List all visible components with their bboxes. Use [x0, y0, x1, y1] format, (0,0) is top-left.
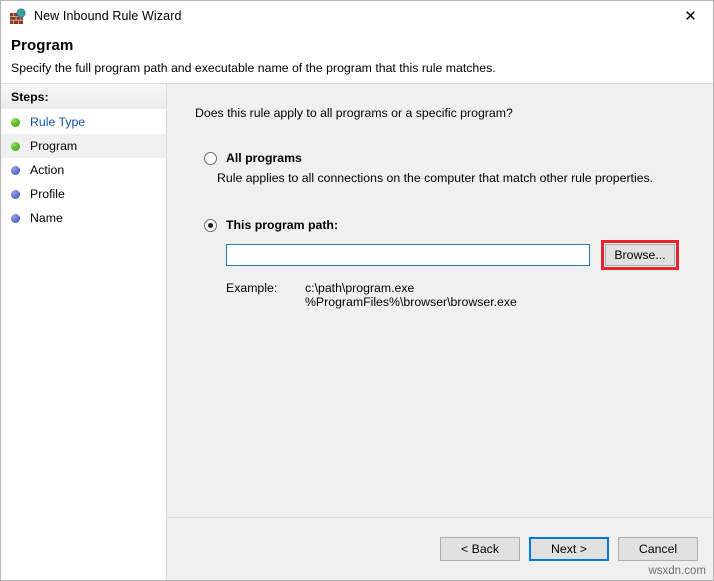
- next-button[interactable]: Next >: [529, 537, 609, 561]
- question-text: Does this rule apply to all programs or …: [195, 106, 713, 120]
- option-this-program-path[interactable]: This program path: Browse... Example: c:…: [195, 218, 713, 309]
- step-bullet-blue-icon: [11, 166, 20, 175]
- content-pane: Does this rule apply to all programs or …: [167, 84, 713, 580]
- steps-heading: Steps:: [1, 84, 166, 110]
- sidebar-item-label: Action: [30, 163, 64, 177]
- sidebar-item-program[interactable]: Program: [1, 134, 166, 158]
- cancel-button[interactable]: Cancel: [618, 537, 698, 561]
- radio-this-program-path[interactable]: [204, 219, 217, 232]
- step-bullet-green-icon: [11, 142, 20, 151]
- page-subtitle: Specify the full program path and execut…: [11, 61, 713, 75]
- wizard-body: Steps: Rule Type Program Action Profile …: [1, 83, 713, 580]
- back-button[interactable]: < Back: [440, 537, 520, 561]
- sidebar-item-rule-type[interactable]: Rule Type: [1, 110, 166, 134]
- sidebar-item-action[interactable]: Action: [1, 158, 166, 182]
- program-path-row: Browse...: [226, 240, 713, 270]
- sidebar-item-label: Program: [30, 139, 77, 153]
- example-label: Example:: [226, 281, 305, 309]
- example-block: Example: c:\path\program.exe %ProgramFil…: [226, 281, 713, 309]
- close-icon[interactable]: ✕: [668, 1, 713, 31]
- sidebar-item-profile[interactable]: Profile: [1, 182, 166, 206]
- option-all-programs[interactable]: All programs Rule applies to all connect…: [195, 151, 713, 185]
- step-bullet-blue-icon: [11, 214, 20, 223]
- window-title: New Inbound Rule Wizard: [34, 10, 182, 23]
- option-label: This program path:: [226, 218, 338, 232]
- step-bullet-green-icon: [11, 118, 20, 127]
- page-title: Program: [11, 37, 713, 54]
- step-bullet-blue-icon: [11, 190, 20, 199]
- sidebar-item-name[interactable]: Name: [1, 206, 166, 230]
- example-value: %ProgramFiles%\browser\browser.exe: [305, 295, 517, 309]
- title-bar: New Inbound Rule Wizard ✕: [1, 1, 713, 32]
- firewall-globe-icon: [9, 8, 27, 26]
- wizard-footer: < Back Next > Cancel: [167, 517, 713, 580]
- browse-button-highlight: Browse...: [601, 240, 679, 270]
- steps-sidebar: Steps: Rule Type Program Action Profile …: [1, 84, 167, 580]
- option-description: Rule applies to all connections on the c…: [217, 171, 713, 185]
- program-path-input[interactable]: [226, 244, 590, 266]
- sidebar-item-label: Rule Type: [30, 115, 85, 129]
- radio-all-programs[interactable]: [204, 152, 217, 165]
- sidebar-item-label: Profile: [30, 187, 65, 201]
- wizard-window: New Inbound Rule Wizard ✕ Program Specif…: [0, 0, 714, 581]
- example-value: c:\path\program.exe: [305, 281, 517, 295]
- browse-button[interactable]: Browse...: [605, 244, 675, 266]
- page-header: Program Specify the full program path an…: [1, 32, 713, 83]
- option-label: All programs: [226, 151, 302, 165]
- sidebar-item-label: Name: [30, 211, 63, 225]
